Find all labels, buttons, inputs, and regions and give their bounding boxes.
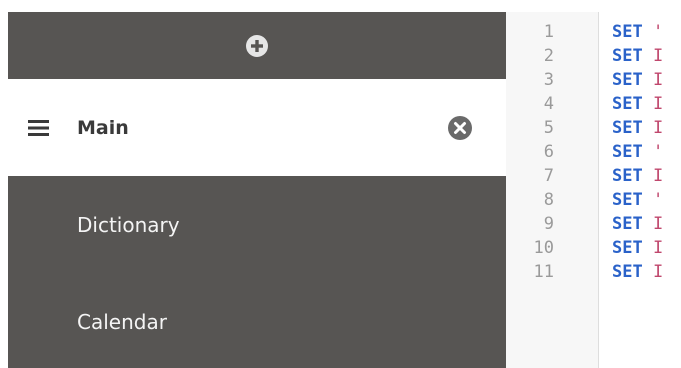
sidebar-item-label: Calendar bbox=[77, 309, 167, 334]
keyword-text: SET bbox=[612, 94, 643, 114]
code-keyword: SET I bbox=[612, 92, 663, 116]
line-number: 3 bbox=[543, 70, 554, 90]
keyword-text: SET bbox=[612, 142, 643, 162]
hamburger-icon[interactable] bbox=[28, 119, 49, 136]
line-number: 10 bbox=[533, 238, 554, 258]
code-keyword: SET I bbox=[612, 164, 663, 188]
line-number: 4 bbox=[543, 94, 554, 114]
keyword-text: SET bbox=[612, 46, 643, 66]
code-line: 5 SET I bbox=[506, 116, 681, 140]
code-line: 11 SET I bbox=[506, 260, 681, 284]
code-line: 6 SET ' bbox=[506, 140, 681, 164]
code-keyword: SET ' bbox=[612, 188, 663, 212]
sidebar-item-main[interactable]: Main bbox=[8, 79, 506, 176]
keyword-text: SET bbox=[612, 190, 643, 210]
line-number: 9 bbox=[543, 214, 554, 234]
add-sheet-button[interactable] bbox=[8, 12, 506, 79]
app-frame: Main Dictionary Calendar 1 SET ' 2 SET I 3 SE… bbox=[0, 0, 681, 368]
code-string-start: ' bbox=[652, 22, 664, 42]
keyword-text: SET bbox=[612, 166, 643, 186]
line-number: 8 bbox=[543, 190, 554, 210]
close-circle-icon[interactable] bbox=[448, 115, 472, 140]
line-number: 6 bbox=[543, 142, 554, 162]
code-string-start: I bbox=[652, 214, 664, 234]
code-keyword: SET I bbox=[612, 260, 663, 284]
line-number: 5 bbox=[543, 118, 554, 138]
code-string-start: ' bbox=[652, 142, 664, 162]
line-number: 11 bbox=[533, 262, 554, 282]
keyword-text: SET bbox=[612, 118, 643, 138]
code-string-start: I bbox=[652, 166, 664, 186]
sidebar-item-label: Main bbox=[77, 116, 129, 139]
code-string-start: ' bbox=[652, 190, 664, 210]
code-keyword: SET I bbox=[612, 44, 663, 68]
keyword-text: SET bbox=[612, 214, 643, 234]
plus-circle-icon bbox=[246, 34, 268, 57]
code-string-start: I bbox=[652, 70, 664, 90]
code-keyword: SET I bbox=[612, 212, 663, 236]
code-line: 1 SET ' bbox=[506, 20, 681, 44]
code-string-start: I bbox=[652, 262, 664, 282]
code-line: 2 SET I bbox=[506, 44, 681, 68]
line-number: 7 bbox=[543, 166, 554, 186]
code-string-start: I bbox=[652, 94, 664, 114]
code-string-start: I bbox=[652, 238, 664, 258]
line-number: 2 bbox=[543, 46, 554, 66]
keyword-text: SET bbox=[612, 238, 643, 258]
code-line: 7 SET I bbox=[506, 164, 681, 188]
code-keyword: SET ' bbox=[612, 140, 663, 164]
keyword-text: SET bbox=[612, 262, 643, 282]
sidebar-item-dictionary[interactable]: Dictionary bbox=[8, 176, 506, 273]
code-keyword: SET I bbox=[612, 116, 663, 140]
sheet-sidebar: Main Dictionary Calendar bbox=[8, 12, 506, 368]
code-string-start: I bbox=[652, 46, 664, 66]
code-line: 9 SET I bbox=[506, 212, 681, 236]
code-keyword: SET I bbox=[612, 236, 663, 260]
code-line: 4 SET I bbox=[506, 92, 681, 116]
code-line: 8 SET ' bbox=[506, 188, 681, 212]
sidebar-item-calendar[interactable]: Calendar bbox=[8, 273, 506, 368]
keyword-text: SET bbox=[612, 70, 643, 90]
keyword-text: SET bbox=[612, 22, 643, 42]
line-number: 1 bbox=[543, 22, 554, 42]
sidebar-item-label: Dictionary bbox=[77, 212, 180, 237]
code-keyword: SET I bbox=[612, 68, 663, 92]
code-line: 3 SET I bbox=[506, 68, 681, 92]
code-keyword: SET ' bbox=[612, 20, 663, 44]
code-line: 10 SET I bbox=[506, 236, 681, 260]
script-editor[interactable]: 1 SET ' 2 SET I 3 SET I 4 SET I 5 SET I 6 SET ' 7 SET… bbox=[506, 12, 681, 368]
code-string-start: I bbox=[652, 118, 664, 138]
